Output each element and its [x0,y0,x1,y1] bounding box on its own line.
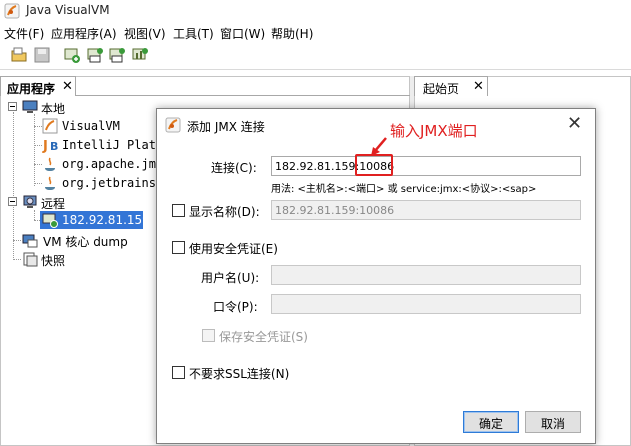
menu-view[interactable]: 视图(V) [124,25,166,42]
vm-core-dump-icon [22,234,38,248]
remote-computer-icon [42,213,58,228]
use-security-label[interactable]: 使用安全凭证(E) [189,240,278,257]
local-computer-icon [22,100,38,113]
menu-file[interactable]: 文件(F) [4,25,44,42]
menu-applications[interactable]: 应用程序(A) [51,25,117,42]
tab-start-page[interactable]: 起始页 ✕ [414,76,488,96]
use-security-checkbox[interactable] [172,241,185,254]
open-snapshot-icon[interactable] [10,46,28,64]
tree-node-label: VisualVM [62,119,120,133]
tree-node-jetbrains[interactable]: org.jetbrains.id [0,174,178,192]
save-credentials-checkbox[interactable] [202,329,215,342]
menu-window[interactable]: 窗口(W) [220,25,265,42]
window-title: Java VisualVM [26,3,110,17]
tree-node-vm-dump[interactable]: VM 核心 dump [0,231,160,249]
username-label: 用户名(U): [201,271,260,285]
save-icon[interactable] [33,46,51,64]
remote-host-icon [23,195,37,208]
add-thread-dump-icon[interactable] [108,46,126,64]
window-title-bar: Java VisualVM [0,0,631,22]
connection-host-text: 182.92.81.159: [275,160,360,173]
java-icon [45,176,55,190]
toolbar [0,42,631,70]
close-tab-icon[interactable]: ✕ [62,79,73,94]
no-ssl-label[interactable]: 不要求SSL连接(N) [189,365,289,382]
tab-divider [76,95,410,96]
dialog-title: 添加 JMX 连接 [187,120,265,134]
password-field[interactable] [271,294,581,314]
annotation-label: 输入JMX端口 [390,122,478,140]
save-credentials-label: 保存安全凭证(S) [219,330,308,344]
tab-applications-label: 应用程序 [7,82,56,96]
tree-node-local-label: 本地 [41,102,66,116]
collapse-icon[interactable] [8,102,17,111]
tree-node-intellij[interactable]: J B IntelliJ Platfor [0,136,178,154]
ok-button[interactable]: 确定 [463,411,519,433]
username-field[interactable] [271,265,581,285]
add-heap-dump-icon[interactable] [86,46,104,64]
password-label: 口令(P): [213,300,258,314]
tree-node-label: 182.92.81.159 [62,213,150,227]
java-icon [45,157,55,171]
menu-tools[interactable]: 工具(T) [173,25,214,42]
collapse-icon[interactable] [8,197,17,206]
visualvm-app-icon [4,3,20,19]
tree-node-label: VM 核心 dump [43,235,128,249]
tab-start-page-label: 起始页 [423,82,460,96]
tab-applications[interactable]: 应用程序 ✕ [0,76,76,96]
svg-text:J: J [42,139,48,153]
tree-node-snapshot[interactable]: 快照 [0,250,160,268]
display-name-checkbox[interactable] [172,204,185,217]
tree-node-jmeter[interactable]: org.apache.jmete [0,155,178,173]
connection-field[interactable]: 182.92.81.159:10086 [271,156,581,176]
add-jmx-connection-icon[interactable] [63,46,81,64]
connection-label: 连接(C): [211,161,257,175]
visualvm-app-icon [165,117,181,133]
tree-node-remote-label: 远程 [41,197,66,211]
no-ssl-checkbox[interactable] [172,366,185,379]
svg-text:B: B [50,140,58,153]
display-name-label[interactable]: 显示名称(D): [189,203,260,220]
annotation-highlight-box [355,154,393,176]
display-name-field[interactable]: 182.92.81.159:10086 [271,200,581,220]
visualvm-icon [42,118,58,134]
cancel-button[interactable]: 取消 [525,411,581,433]
close-icon[interactable]: ✕ [567,113,582,134]
tree-node-label: 快照 [41,254,66,268]
menu-help[interactable]: 帮助(H) [271,25,313,42]
add-profiler-snapshot-icon[interactable] [131,46,149,64]
snapshot-icon [23,252,38,267]
menu-bar: 文件(F) 应用程序(A) 视图(V) 工具(T) 窗口(W) 帮助(H) [0,22,631,42]
close-tab-icon[interactable]: ✕ [473,79,484,94]
intellij-icon: J B [42,139,58,153]
usage-hint: 用法: <主机名>:<端口> 或 service:jmx:<协议>:<sap> [271,184,537,195]
tree-node-remote-host[interactable]: 182.92.81.159 [0,211,150,229]
